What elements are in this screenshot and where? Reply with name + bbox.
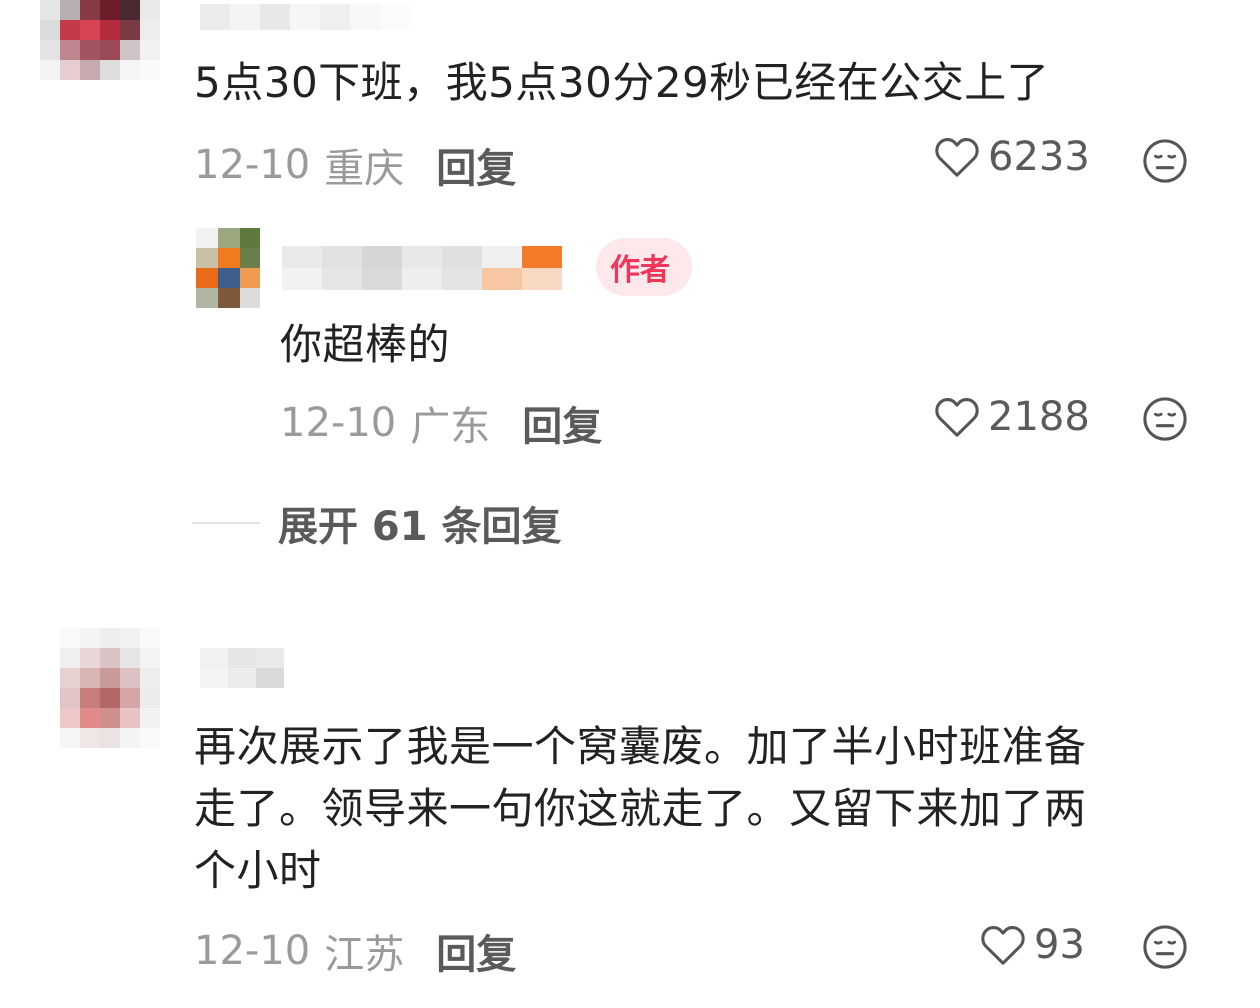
heart-outline-icon	[935, 138, 979, 177]
divider	[192, 522, 260, 524]
like-count: 6233	[988, 134, 1090, 180]
username-blurred[interactable]	[200, 648, 284, 688]
comment-meta: 12-10 重庆 回复	[194, 136, 516, 194]
avatar[interactable]	[60, 628, 160, 748]
expand-replies-button[interactable]: 展开 61 条回复	[192, 494, 562, 552]
heart-outline-icon	[935, 398, 979, 437]
comment-text-line: 走了。领导来一句你这就走了。又留下来加了两	[194, 784, 1087, 833]
avatar[interactable]	[196, 228, 260, 308]
reply-button[interactable]: 回复	[436, 136, 516, 194]
comment-meta: 12-10 广东 回复	[280, 394, 602, 452]
like-count: 93	[1034, 922, 1085, 968]
meh-face-icon[interactable]	[1142, 924, 1188, 970]
meh-face-icon[interactable]	[1142, 396, 1188, 442]
heart-outline-icon	[981, 926, 1025, 965]
comment-meta: 12-10 江苏 回复	[194, 922, 516, 980]
like-count: 2188	[988, 394, 1090, 440]
username-blurred[interactable]	[200, 4, 440, 30]
reply-button[interactable]: 回复	[522, 394, 602, 452]
author-badge: 作者	[596, 238, 692, 296]
comment-location: 重庆	[324, 146, 405, 192]
reply-button[interactable]: 回复	[436, 922, 516, 980]
comment-location: 江苏	[324, 932, 405, 978]
comment-text: 再次展示了我是一个窝囊废。加了半小时班准备 走了。领导来一句你这就走了。又留下来…	[194, 716, 1087, 902]
like-button[interactable]: 2188	[934, 394, 1090, 440]
comment-date: 12-10	[194, 928, 311, 974]
comment-thread: 5点30下班，我5点30分29秒已经在公交上了 12-10 重庆 回复 6233…	[0, 0, 1260, 1008]
comment-text-line: 再次展示了我是一个窝囊废。加了半小时班准备	[194, 722, 1087, 771]
like-button[interactable]: 6233	[934, 134, 1090, 180]
avatar[interactable]	[40, 0, 160, 92]
comment-text: 你超棒的	[280, 320, 451, 369]
comment-date: 12-10	[194, 142, 311, 188]
comment-text-line: 个小时	[194, 846, 322, 895]
comment-date: 12-10	[280, 400, 397, 446]
like-button[interactable]: 93	[980, 922, 1085, 968]
comment-location: 广东	[410, 404, 491, 450]
meh-face-icon[interactable]	[1142, 138, 1188, 184]
comment-text: 5点30下班，我5点30分29秒已经在公交上了	[194, 58, 1050, 107]
expand-replies-label: 展开 61 条回复	[278, 504, 562, 550]
username-blurred[interactable]	[282, 246, 562, 290]
